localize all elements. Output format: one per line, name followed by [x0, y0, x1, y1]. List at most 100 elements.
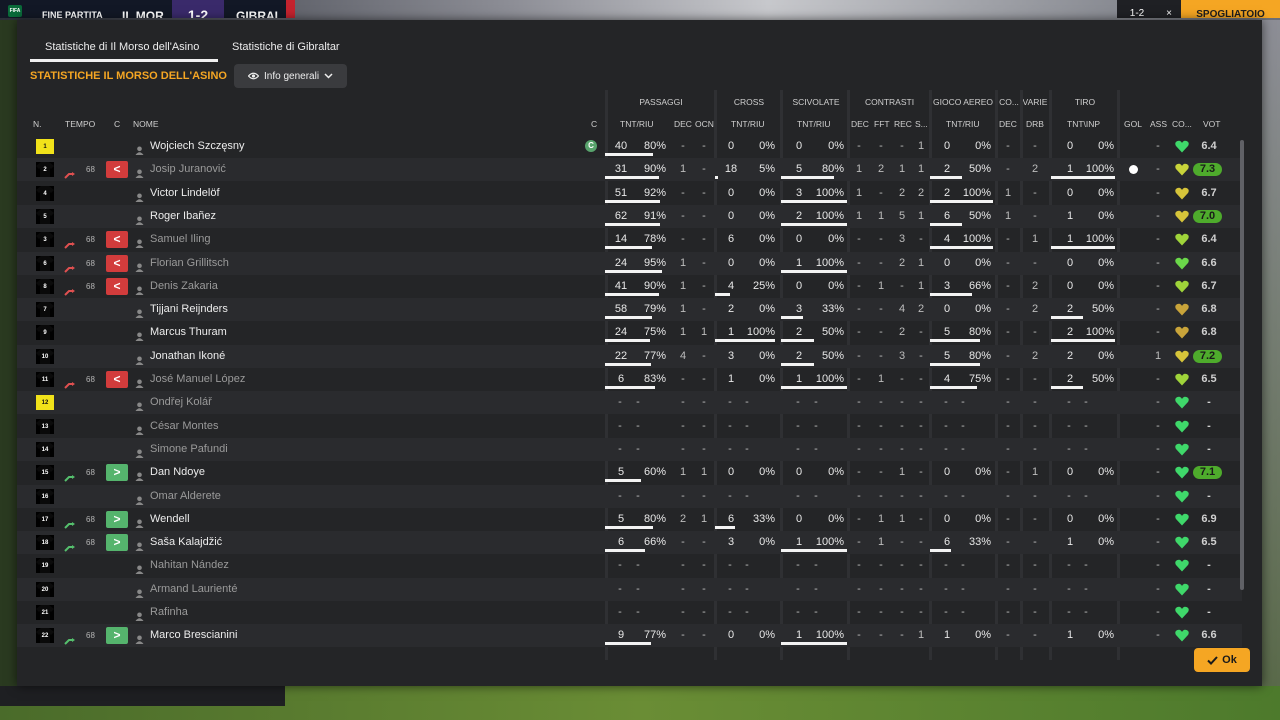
col-voto[interactable]: VOT: [1203, 119, 1220, 129]
view-dropdown[interactable]: Info generali: [234, 64, 347, 88]
col-captain[interactable]: C: [591, 119, 597, 129]
table-row[interactable]: 21 Rafinha - - - - - - - - - - - - - - - - - - - -: [17, 601, 1242, 624]
ok-button[interactable]: Ok: [1194, 648, 1250, 672]
player-name[interactable]: Ondřej Kolář: [150, 391, 212, 414]
scrollbar[interactable]: [1240, 140, 1244, 590]
sub-out-button[interactable]: <: [106, 371, 128, 388]
col-s[interactable]: S...: [915, 119, 928, 129]
match-rating: -: [1207, 606, 1211, 618]
col-condizione[interactable]: CO...: [1172, 119, 1192, 129]
match-rating: -: [1207, 582, 1211, 595]
col-drb[interactable]: DRB: [1026, 119, 1044, 129]
passaggi-bar: [605, 525, 653, 529]
table-row[interactable]: 9 Marcus Thuram 24 75% 1 1 1 100% 2 50% - -2-5 80% - -…: [17, 321, 1242, 344]
col-gol[interactable]: GOL: [1124, 119, 1142, 129]
col-c[interactable]: C: [114, 119, 120, 129]
sub-in-button[interactable]: >: [106, 534, 128, 552]
table-row[interactable]: 1 Wojciech Szczęsny C 40 80% - -0 0% 0 0% - - -1 0 0% -…: [17, 135, 1242, 158]
person-icon: [135, 449, 144, 458]
tab-home-stats[interactable]: Statistiche di Il Morso dell'Asino: [45, 41, 199, 53]
table-row[interactable]: 11 68 < José Manuel López 6 83% - -1 0% 1 100% -1- -…: [17, 368, 1242, 391]
match-status: FINE PARTITA: [42, 10, 103, 18]
table-row[interactable]: 5 Roger Ibañez 62 91% - -0 0% 2 100% 1 1 5 1 6 50% 1-1 0…: [17, 204, 1242, 228]
player-name[interactable]: Dan Ndoye: [150, 461, 205, 484]
player-name[interactable]: Marco Brescianini: [150, 624, 237, 647]
table-row[interactable]: 13 César Montes - - - - - - - - - - - - - - - - - - - -: [17, 415, 1242, 438]
shirt-number: 8: [43, 283, 47, 290]
player-name[interactable]: César Montes: [150, 415, 218, 438]
player-name[interactable]: Simone Pafundi: [150, 438, 228, 461]
s: -: [919, 326, 923, 339]
table-row[interactable]: 8 68 < Denis Zakaria 41 90% 1-4 25% 0 0% -1-1 3 66% -…: [17, 275, 1242, 298]
table-row[interactable]: 12 Ondřej Kolář - - - - - - - - - - - - - - - - - - - -: [17, 391, 1242, 415]
rec: -: [900, 559, 904, 572]
shirt-number-icon: 1: [36, 139, 54, 154]
table-row[interactable]: 2 68 < Josip Juranović 31 90% 1-18 5% 5 80% 1 2 1 1 2 5…: [17, 158, 1242, 182]
col-ocn[interactable]: OCN: [695, 119, 714, 129]
s: -: [919, 349, 923, 362]
table-row[interactable]: 20 Armand Laurienté - - - - - - - - - - - - - - - - - - - -: [17, 577, 1242, 601]
player-name[interactable]: José Manuel López: [150, 368, 245, 391]
player-name[interactable]: Jonathan Ikoné: [150, 345, 225, 368]
table-row[interactable]: 14 Simone Pafundi - - - - - - - - - - - - - - - - - - - -: [17, 437, 1242, 461]
shirt-number-icon: 11: [36, 372, 54, 387]
table-row[interactable]: 6 68 < Florian Grillitsch 24 95% 1-0 0% 1 100% - -2…: [17, 251, 1242, 275]
col-n[interactable]: N.: [33, 119, 42, 129]
table-row[interactable]: 7 Tijjani Reijnders 58 79% 1-2 0% 3 33% - -4 2 0 0% -…: [17, 298, 1242, 322]
table-row[interactable]: 3 68 < Samuel Iling 14 78% - -6 0% 0 0% - -3-4 100% -1…: [17, 228, 1242, 251]
tab-away-stats[interactable]: Statistiche di Gibraltar: [232, 41, 340, 53]
rec: -: [900, 373, 904, 385]
player-name[interactable]: Florian Grillitsch: [150, 252, 229, 275]
drb: -: [1033, 559, 1037, 572]
table-row[interactable]: 19 Nahitan Nández - - - - - - - - - - - - - - - - - - - -: [17, 554, 1242, 577]
player-name[interactable]: Tijjani Reijnders: [150, 298, 228, 321]
player-name[interactable]: Josip Juranović: [150, 158, 226, 181]
col-rec[interactable]: REC: [894, 119, 912, 129]
player-name[interactable]: Roger Ibañez: [150, 205, 216, 228]
col-contrasti-dec[interactable]: DEC: [851, 119, 869, 129]
player-name[interactable]: Wendell: [150, 508, 190, 531]
col-tiro-tntinp[interactable]: TNT\INP: [1067, 119, 1100, 129]
player-name[interactable]: Omar Alderete: [150, 485, 221, 508]
col-tempo[interactable]: TEMPO: [65, 119, 95, 129]
locker-room-button[interactable]: SPOGLIATOIO: [1181, 0, 1280, 20]
sub-in-button[interactable]: >: [106, 627, 128, 645]
table-row[interactable]: 17 68 > Wendell 5 80% 2 1 6 33% 0 0% -1 1-0 0% - -0 0% -6.…: [17, 508, 1242, 531]
col-pass-dec[interactable]: DEC: [674, 119, 692, 129]
player-name[interactable]: Armand Laurienté: [150, 578, 237, 601]
player-name[interactable]: Denis Zakaria: [150, 275, 218, 298]
table-row[interactable]: 10 Jonathan Ikoné 22 77% 4-3 0% 2 50% - -3-5 80% -2…: [17, 344, 1242, 368]
sub-in-button[interactable]: >: [106, 464, 128, 482]
player-name[interactable]: Rafinha: [150, 601, 188, 624]
table-row[interactable]: 16 Omar Alderete - - - - - - - - - - - - - - - - - - - -: [17, 484, 1242, 508]
table-row[interactable]: 15 68 > Dan Ndoye 5 60% 1 1 0 0% 0 0% - -1-0 0% -1 0 0% -7…: [17, 461, 1242, 484]
player-name[interactable]: Marcus Thuram: [150, 321, 227, 344]
col-nome[interactable]: NOME: [133, 119, 159, 129]
col-co-dec[interactable]: DEC: [999, 119, 1017, 129]
sub-out-button[interactable]: <: [106, 161, 128, 179]
close-top-button[interactable]: ×: [1157, 0, 1181, 19]
col-aereo-tntriu[interactable]: TNT/RIU: [946, 119, 980, 129]
score-button[interactable]: 1-2: [1117, 0, 1157, 19]
player-name[interactable]: Wojciech Szczęsny: [150, 135, 245, 158]
col-pass-tntriu[interactable]: TNT/RIU: [620, 119, 654, 129]
table-row[interactable]: 4 Victor Lindelöf 51 92% - -0 0% 3 100% 1-2 2 2 100%…: [17, 182, 1242, 205]
player-name[interactable]: Samuel Iling: [150, 228, 211, 251]
sub-in-button[interactable]: >: [106, 510, 128, 528]
player-name[interactable]: Nahitan Nández: [150, 554, 229, 577]
col-cross-tntriu[interactable]: TNT/RIU: [731, 119, 765, 129]
player-name[interactable]: Saša Kalajdžić: [150, 531, 222, 554]
col-sciv-tntriu[interactable]: TNT/RIU: [797, 119, 831, 129]
sub-out-button[interactable]: <: [106, 231, 128, 249]
scivolate-riu: 0%: [828, 466, 844, 479]
col-fft[interactable]: FFT: [874, 119, 890, 129]
table-row[interactable]: 22 68 > Marco Brescianini 9 77% - -0 0% 1 100% - - -1…: [17, 624, 1242, 648]
col-ass[interactable]: ASS: [1150, 119, 1167, 129]
table-row[interactable]: 18 68 > Saša Kalajdžić 6 66% - -3 0% 1 100% -1- -6 33…: [17, 531, 1242, 555]
fft: 1: [877, 512, 885, 525]
sub-out-button[interactable]: <: [106, 254, 128, 272]
player-name[interactable]: Victor Lindelöf: [150, 182, 220, 205]
passaggi-riu: -: [636, 559, 640, 572]
pass-dec: 1: [679, 256, 687, 269]
sub-out-button[interactable]: <: [106, 277, 128, 295]
